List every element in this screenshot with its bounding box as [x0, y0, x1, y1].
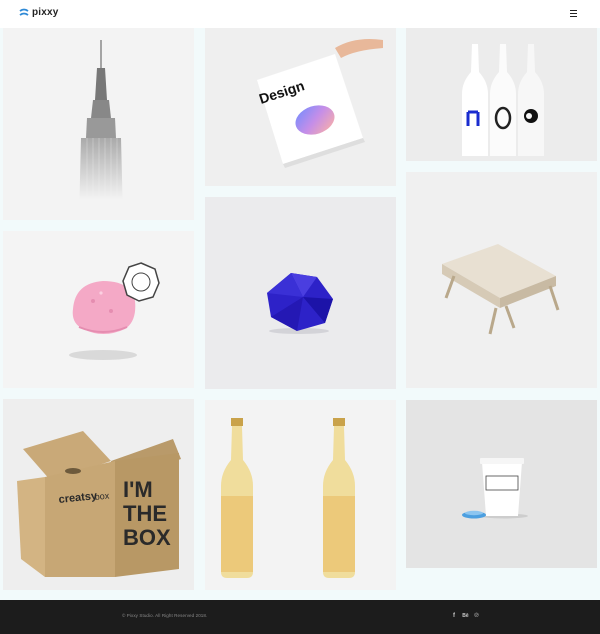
design-poster-image: Design — [257, 39, 383, 168]
behance-icon: Bē — [462, 613, 469, 619]
coffee-cup-image — [462, 458, 528, 519]
blue-polyhedron-image — [267, 273, 333, 334]
box-text-line-2: THE — [123, 501, 167, 526]
cardboard-box-image: creatsy box I'M THE BOX — [17, 431, 181, 577]
gallery-item-cardboard-box[interactable]: creatsy box I'M THE BOX — [3, 399, 194, 590]
gallery-item-white-bottles[interactable] — [406, 28, 597, 161]
hamburger-icon — [570, 10, 577, 12]
menu-button[interactable] — [570, 10, 580, 18]
gallery-item-wooden-table[interactable] — [406, 172, 597, 388]
behance-link[interactable]: Bē — [461, 611, 470, 621]
logo-icon — [19, 8, 29, 16]
box-brand-suffix: box — [94, 490, 110, 502]
gallery-item-beer-bottles[interactable] — [205, 400, 396, 590]
facebook-link[interactable]: f — [451, 611, 457, 621]
gallery-item-coffee-cup[interactable] — [406, 400, 597, 568]
skyscraper-image — [3, 40, 194, 220]
logo[interactable]: pixxy — [19, 8, 59, 18]
beer-bottles-image — [221, 418, 355, 578]
brand-name: pixxy — [32, 7, 59, 18]
wooden-table-image — [442, 244, 560, 335]
box-text-line-3: BOX — [123, 525, 171, 550]
box-text-line-1: I'M — [123, 477, 153, 502]
pinterest-icon: ℗ — [474, 613, 479, 619]
facebook-icon: f — [453, 613, 455, 619]
copyright-text: © Pixxy Studio. All Right Reserved 2018. — [122, 613, 208, 618]
gallery-item-skyscraper[interactable] — [3, 28, 194, 220]
gallery-item-ice-cream[interactable] — [3, 231, 194, 388]
pinterest-link[interactable]: ℗ — [473, 611, 480, 621]
site-footer: © Pixxy Studio. All Right Reserved 2018.… — [0, 600, 600, 634]
gallery-item-design-poster[interactable]: Design — [205, 28, 396, 186]
white-bottles-image — [462, 44, 544, 156]
ice-cream-image — [69, 262, 160, 360]
gallery-item-blue-polyhedron[interactable] — [205, 197, 396, 389]
site-header: pixxy — [0, 0, 600, 28]
